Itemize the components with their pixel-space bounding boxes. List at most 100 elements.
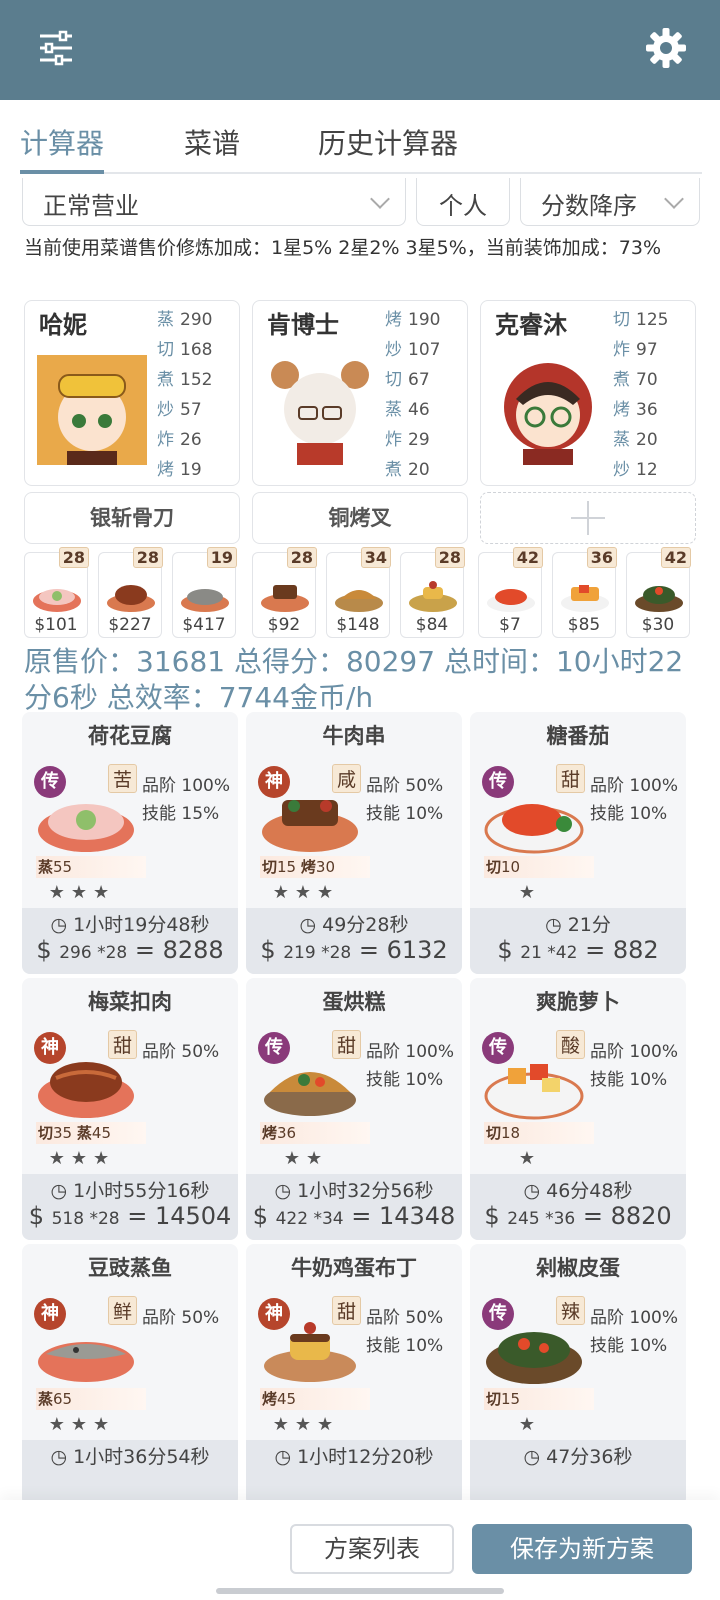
business-mode-select[interactable]: 正常营业	[22, 178, 406, 226]
chef-card-2[interactable]: 肯博士 烤 190 炒 107 切 67 蒸 46 炸 29 煮 20	[252, 300, 468, 486]
clock-icon: ◷	[545, 914, 568, 936]
grade-info: 品阶 100% 技能 10%	[590, 1042, 679, 1090]
save-new-plan-button[interactable]: 保存为新方案	[472, 1524, 692, 1574]
dish-count-badge: 28	[132, 547, 163, 568]
dish-image	[635, 586, 683, 612]
dish-count-badge: 28	[286, 547, 317, 568]
active-tab-indicator	[20, 170, 104, 174]
scope-select[interactable]: 个人	[416, 178, 510, 226]
mini-dish-4[interactable]: 28 $92	[252, 547, 317, 638]
skill-requirements: 烤36	[260, 1122, 370, 1144]
dish-card[interactable]: 爽脆萝卜 传 酸 品阶 100% 技能 10% 切18 ★ ◷ 46分48秒 $ …	[470, 978, 686, 1240]
dish-name: 牛肉串	[322, 724, 386, 748]
chef-avatar	[493, 355, 603, 465]
summary-text: 原售价：31681 总得分：80297 总时间：10小时22分6秒 总效率：77…	[24, 645, 684, 714]
dish-card[interactable]: 牛肉串 神 咸 品阶 50% 技能 10% 切15 烤30 ★★★ ◷ 49分28…	[246, 712, 462, 974]
chef-card-3[interactable]: 克睿沐 切 125 炸 97 煮 70 烤 36 蒸 20 炒 12	[480, 300, 696, 486]
grade-info: 品阶 50% 技能 10%	[366, 776, 444, 824]
mini-dish-9[interactable]: 42 $30	[626, 547, 691, 638]
rank-badge: 神	[34, 1032, 66, 1064]
chef-card-1[interactable]: 哈妮 蒸 290 切 168 煮 152 炒 57 炸 26 烤 19	[24, 300, 240, 486]
plan-list-button[interactable]: 方案列表	[290, 1524, 454, 1574]
chef-name: 肯博士	[267, 311, 339, 339]
skill-requirements: 切18	[484, 1122, 594, 1144]
star-rating: ★★★	[48, 882, 116, 903]
dish-image	[181, 589, 229, 612]
taste-tag: 苦	[108, 764, 138, 793]
dish-name: 糖番茄	[546, 724, 610, 748]
sort-select[interactable]: 分数降序	[520, 178, 700, 226]
mini-dish-5[interactable]: 34 $148	[326, 547, 391, 638]
dish-name: 爽脆萝卜	[536, 990, 620, 1014]
clock-icon: ◷	[523, 1446, 547, 1468]
dish-price: $92	[267, 615, 301, 635]
tool-slot-1[interactable]: 银斩骨刀	[24, 492, 240, 544]
tab-recipes[interactable]: 菜谱	[184, 122, 240, 162]
star-rating: ★★★	[48, 1414, 116, 1435]
mini-dish-2[interactable]: 28 $227	[98, 547, 163, 638]
mini-dish-3[interactable]: 19 $417	[172, 547, 237, 638]
skill-requirements: 切15 烤30	[260, 856, 370, 878]
dish-card[interactable]: 荷花豆腐 传 苦 品阶 100% 技能 15% 蒸55 ★★★ ◷ 1小时19分4…	[22, 712, 238, 974]
skill-requirements: 蒸65	[36, 1388, 146, 1410]
dish-image	[33, 589, 81, 612]
taste-tag: 咸	[332, 764, 362, 793]
filter-settings-icon[interactable]	[36, 28, 76, 68]
dish-income: $ 422 *34 = 14348	[252, 1202, 456, 1230]
dish-name: 剁椒皮蛋	[536, 1256, 620, 1280]
dish-card[interactable]: 牛奶鸡蛋布丁 神 甜 品阶 50% 技能 10% 烤45 ★★★ ◷ 1小时12分…	[246, 1244, 462, 1506]
dish-income: $ 219 *28 = 6132	[260, 936, 448, 964]
dish-price: $30	[641, 615, 675, 635]
grade-info: 品阶 100% 技能 10%	[590, 1308, 679, 1356]
dish-income: $ 245 *36 = 8820	[484, 1202, 672, 1230]
taste-tag: 辣	[556, 1296, 586, 1325]
dish-card[interactable]: 梅菜扣肉 神 甜 品阶 50% 切35 蒸45 ★★★ ◷ 1小时55分16秒 …	[22, 978, 238, 1240]
dish-card[interactable]: 糖番茄 传 甜 品阶 100% 技能 10% 切10 ★ ◷ 21分 $ 21 *…	[470, 712, 686, 974]
dish-count-badge: 42	[660, 547, 691, 568]
mini-dish-1[interactable]: 28 $101	[24, 547, 89, 638]
dish-footer: ◷ 21分 $ 21 *42 = 882	[470, 908, 686, 974]
mini-dish-7[interactable]: 42 $7	[478, 547, 543, 638]
dish-name: 蛋烘糕	[322, 990, 386, 1014]
star-rating: ★	[518, 1148, 542, 1169]
dish-card[interactable]: 蛋烘糕 传 甜 品阶 100% 技能 10% 烤36 ★★ ◷ 1小时32分56秒…	[246, 978, 462, 1240]
skill-requirements: 烤45	[260, 1388, 370, 1410]
dish-footer: ◷ 49分28秒 $ 219 *28 = 6132	[246, 908, 462, 974]
dish-price: $148	[336, 615, 380, 635]
mini-dish-8[interactable]: 36 $85	[552, 547, 617, 638]
cook-time: ◷ 49分28秒	[299, 914, 409, 936]
clock-icon: ◷	[50, 914, 74, 936]
clock-icon: ◷	[50, 1446, 74, 1468]
dish-image	[335, 590, 383, 612]
sort-value: 分数降序	[541, 192, 637, 220]
cook-time: ◷ 1小时36分54秒	[50, 1446, 210, 1468]
mini-dish-6[interactable]: 28 $84	[400, 547, 465, 638]
dish-card[interactable]: 剁椒皮蛋 传 辣 品阶 100% 技能 10% 切15 ★ ◷ 47分36秒	[470, 1244, 686, 1506]
chevron-down-icon	[664, 189, 684, 209]
chef-name: 哈妮	[39, 311, 87, 339]
chef-avatar	[37, 355, 147, 465]
grade-info: 品阶 100% 技能 10%	[590, 776, 679, 824]
dish-footer: ◷ 1小时32分56秒 $ 422 *34 = 14348	[246, 1174, 462, 1240]
dish-footer: ◷ 1小时12分20秒	[246, 1440, 462, 1506]
add-tool-button[interactable]	[480, 492, 696, 544]
cook-time: ◷ 46分48秒	[523, 1180, 633, 1202]
tab-calculator[interactable]: 计算器	[20, 122, 104, 162]
dish-footer: ◷ 1小时19分48秒 $ 296 *28 = 8288	[22, 908, 238, 974]
grade-info: 品阶 50%	[142, 1042, 220, 1062]
business-mode-value: 正常营业	[43, 192, 139, 220]
tool-slot-2[interactable]: 铜烤叉	[252, 492, 468, 544]
gear-icon[interactable]	[644, 26, 688, 70]
grade-info: 品阶 50%	[142, 1308, 220, 1328]
taste-tag: 甜	[332, 1296, 362, 1325]
rank-badge: 传	[482, 1298, 514, 1330]
dish-card[interactable]: 豆豉蒸鱼 神 鲜 品阶 50% 蒸65 ★★★ ◷ 1小时36分54秒	[22, 1244, 238, 1506]
tab-history-calculator[interactable]: 历史计算器	[318, 122, 458, 162]
cook-time: ◷ 1小时12分20秒	[274, 1446, 434, 1468]
dish-count-badge: 42	[512, 547, 543, 568]
star-rating: ★★★	[272, 1414, 340, 1435]
dish-income: $ 296 *28 = 8288	[36, 936, 224, 964]
chef-stats: 烤 190 炒 107 切 67 蒸 46 炸 29 煮 20	[385, 310, 441, 480]
taste-tag: 甜	[556, 764, 586, 793]
app-bar	[0, 0, 720, 100]
